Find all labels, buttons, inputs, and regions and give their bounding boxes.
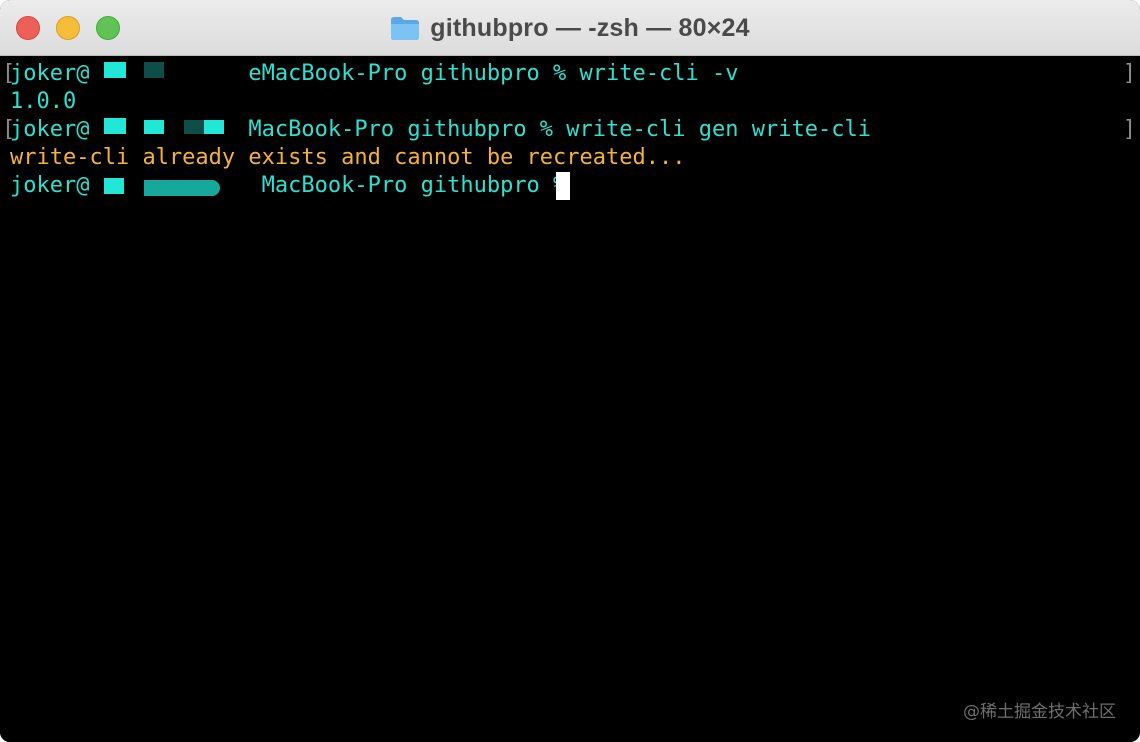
terminal-line-warning: write-cli already exists and cannot be r…	[10, 145, 686, 170]
folder-icon	[390, 15, 420, 41]
title-bar[interactable]: githubpro — -zsh — 80×24	[0, 0, 1140, 56]
watermark: @稀土掘金技术社区	[963, 702, 1116, 722]
redaction-mark	[144, 180, 220, 196]
terminal-line: 1.0.0	[10, 89, 77, 114]
redaction-mark	[104, 118, 126, 134]
terminal-line: joker@ MacBook-Pro githubpro %	[10, 173, 580, 198]
text-cursor	[556, 172, 570, 200]
terminal-window: githubpro — -zsh — 80×24 [ ] joker@ eMac…	[0, 0, 1140, 742]
redaction-mark	[184, 120, 204, 134]
line-marker-right: ]	[1122, 61, 1136, 86]
redaction-mark	[144, 120, 164, 134]
terminal-content[interactable]: [ ] joker@ eMacBook-Pro githubpro % writ…	[0, 56, 1140, 742]
terminal-line: joker@ MacBook-Pro githubpro % write-cli…	[10, 117, 871, 142]
window-title: githubpro — -zsh — 80×24	[430, 13, 750, 42]
redaction-mark	[144, 62, 164, 78]
redaction-mark	[104, 178, 124, 194]
line-marker-right: ]	[1122, 117, 1136, 142]
window-title-group: githubpro — -zsh — 80×24	[0, 0, 1140, 56]
redaction-mark	[104, 62, 126, 78]
redaction-mark	[204, 120, 224, 134]
